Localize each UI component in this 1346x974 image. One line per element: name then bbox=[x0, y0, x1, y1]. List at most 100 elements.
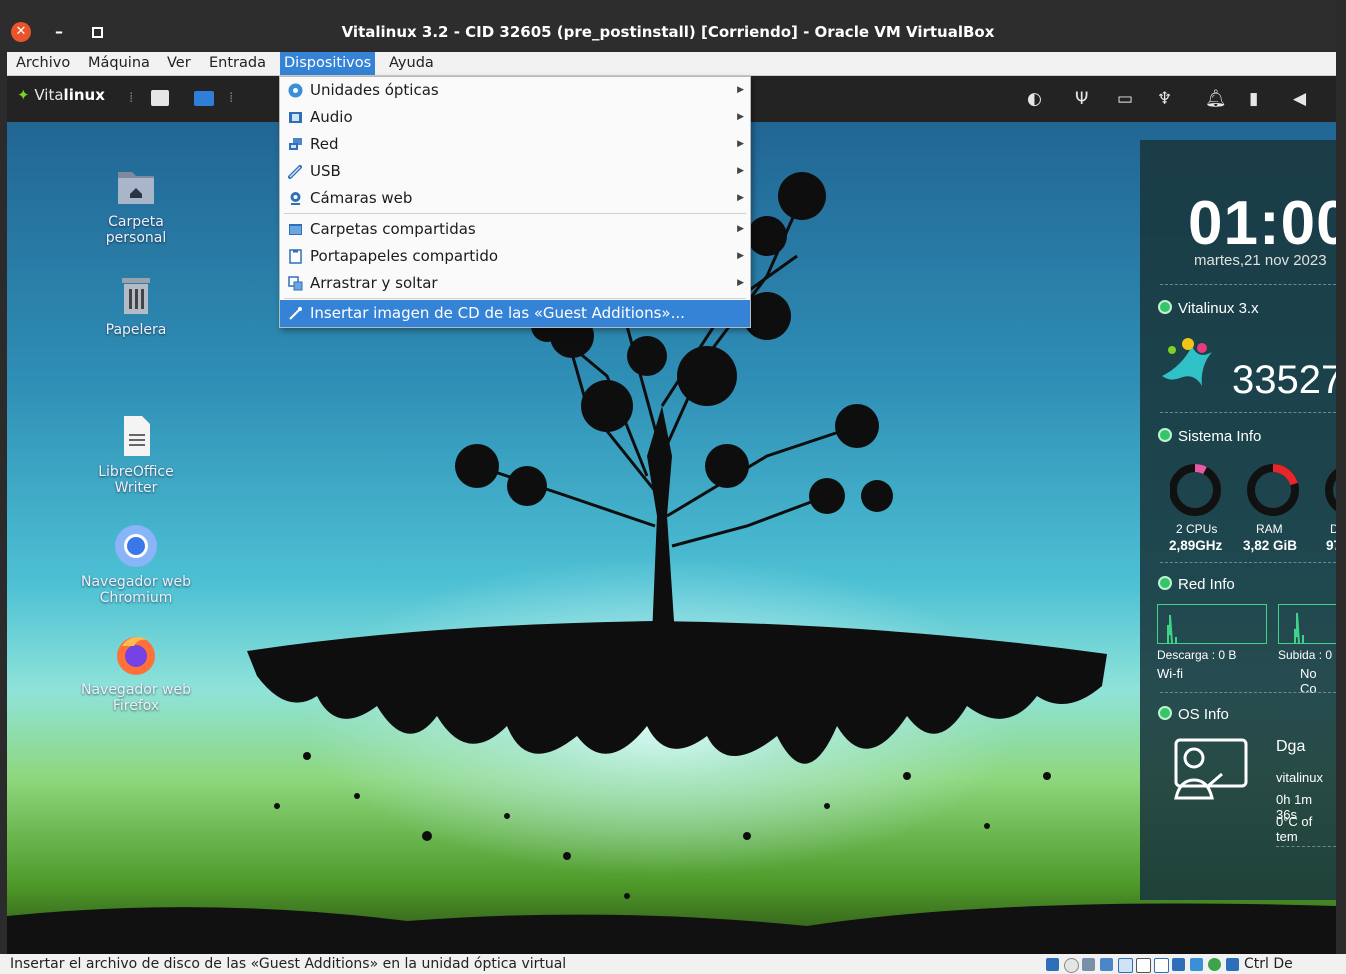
menu-ver[interactable]: Ver bbox=[163, 52, 195, 75]
vbox-statusbar: Insertar el archivo de disco de las «Gue… bbox=[0, 954, 1346, 974]
desktop-icon-label: Papelera bbox=[105, 322, 167, 338]
menu-item-shared-folders[interactable]: Carpetas compartidas ▶ bbox=[280, 216, 750, 243]
menu-dispositivos[interactable]: Dispositivos bbox=[280, 52, 376, 75]
window-title: Vitalinux 3.2 - CID 32605 (pre_postinsta… bbox=[341, 23, 995, 41]
network-icon bbox=[289, 138, 302, 150]
divider bbox=[1160, 412, 1336, 413]
status-recording-icon[interactable] bbox=[1172, 958, 1185, 971]
desktop-icon-home[interactable]: Carpeta personal bbox=[76, 164, 196, 246]
submenu-arrow-icon: ▶ bbox=[737, 193, 744, 203]
ram-label: RAM bbox=[1256, 522, 1283, 536]
home-folder-icon bbox=[114, 164, 158, 208]
status-cpu-icon[interactable] bbox=[1190, 958, 1203, 971]
submenu-arrow-icon: ▶ bbox=[737, 224, 744, 234]
network-tray-icon[interactable]: ♆ bbox=[1157, 89, 1172, 109]
menu-item-optical-drives[interactable]: Unidades ópticas ▶ bbox=[280, 77, 750, 104]
submenu-arrow-icon: ▶ bbox=[737, 139, 744, 149]
status-usb-icon[interactable] bbox=[1118, 958, 1133, 973]
shared-folder-icon bbox=[289, 224, 302, 235]
window-list-icon[interactable] bbox=[194, 91, 214, 106]
ram-gauge-fill bbox=[1272, 464, 1298, 486]
status-mouse-integration-icon[interactable] bbox=[1208, 958, 1221, 971]
divider bbox=[1160, 692, 1336, 693]
status-optical-icon[interactable] bbox=[1064, 958, 1079, 973]
menu-item-audio[interactable]: Audio ▶ bbox=[280, 104, 750, 131]
menu-ayuda[interactable]: Ayuda bbox=[385, 52, 438, 75]
menu-item-shared-clipboard[interactable]: Portapapeles compartido ▶ bbox=[280, 243, 750, 270]
os-header: OS Info bbox=[1158, 706, 1229, 723]
submenu-arrow-icon: ▶ bbox=[737, 85, 744, 95]
webcam-icon bbox=[290, 192, 301, 205]
menu-separator bbox=[284, 213, 746, 214]
desktop-icon-label: Navegador web Firefox bbox=[80, 682, 192, 714]
menu-item-drag-drop[interactable]: Arrastrar y soltar ▶ bbox=[280, 270, 750, 297]
menu-item-usb[interactable]: USB ▶ bbox=[280, 158, 750, 185]
divider bbox=[1160, 562, 1336, 563]
menu-item-webcams[interactable]: Cámaras web ▶ bbox=[280, 185, 750, 212]
menu-separator bbox=[284, 298, 746, 299]
clock-time: 01:00 bbox=[1188, 189, 1336, 258]
notifications-icon[interactable]: 🔔︎ bbox=[1205, 89, 1227, 109]
audio-icon bbox=[289, 112, 302, 123]
devices-dropdown-menu: Unidades ópticas ▶ Audio ▶ Red ▶ USB ▶ Cámar… bbox=[279, 76, 751, 328]
cpu-label: 2 CPUs bbox=[1176, 522, 1218, 536]
drag-drop-icon bbox=[288, 276, 303, 291]
divider bbox=[1276, 846, 1336, 847]
guest-additions-icon bbox=[289, 307, 302, 320]
file-manager-launcher-icon[interactable] bbox=[151, 90, 169, 106]
firefox-icon bbox=[114, 616, 158, 675]
host-key-label: Ctrl De bbox=[1244, 956, 1293, 972]
status-dot-icon bbox=[1158, 706, 1172, 720]
logo-prefix: Vita bbox=[34, 86, 64, 104]
menu-entrada[interactable]: Entrada bbox=[205, 52, 270, 75]
usb-tray-icon[interactable]: Ψ bbox=[1075, 89, 1088, 109]
vitalinux-runner-icon bbox=[1158, 336, 1230, 396]
submenu-arrow-icon: ▶ bbox=[737, 278, 744, 288]
battery-icon[interactable]: ▮ bbox=[1249, 89, 1258, 109]
trash-icon bbox=[114, 272, 158, 316]
status-message: Insertar el archivo de disco de las «Gue… bbox=[10, 956, 567, 972]
status-display-icon[interactable] bbox=[1154, 958, 1169, 973]
panel-separator-2: ⁞ bbox=[229, 90, 234, 106]
upload-rate: Subida : 0 bbox=[1278, 648, 1333, 662]
desktop-icon-label: Carpeta personal bbox=[105, 214, 167, 246]
os-temperature: 0°C of tem bbox=[1276, 814, 1313, 844]
clock-date: martes,21 nov 2023 bbox=[1194, 252, 1327, 269]
cid-number: 33527 bbox=[1232, 358, 1336, 402]
vbox-menubar: Archivo Máquina Ver Entrada Dispositivos… bbox=[7, 52, 1336, 76]
volume-icon[interactable]: ◀ bbox=[1293, 89, 1306, 109]
menu-archivo[interactable]: Archivo bbox=[12, 52, 74, 75]
logo-brand: linux bbox=[63, 86, 105, 104]
status-keyboard-icon[interactable] bbox=[1226, 958, 1239, 971]
vitalinux-logo-icon: ✦ bbox=[17, 86, 30, 104]
divider bbox=[1160, 284, 1336, 285]
submenu-arrow-icon: ▶ bbox=[737, 112, 744, 122]
status-audio-icon[interactable] bbox=[1082, 958, 1095, 971]
submenu-arrow-icon: ▶ bbox=[737, 166, 744, 176]
status-shared-folder-icon[interactable] bbox=[1136, 958, 1151, 973]
status-dot-icon bbox=[1158, 300, 1172, 314]
status-dot-icon bbox=[1158, 576, 1172, 590]
menu-item-network[interactable]: Red ▶ bbox=[280, 131, 750, 158]
disk-value: 97 bbox=[1326, 538, 1336, 553]
submenu-arrow-icon: ▶ bbox=[737, 251, 744, 261]
menu-item-insert-guest-additions[interactable]: Insertar imagen de CD de las «Guest Addi… bbox=[280, 300, 750, 327]
status-hdd-icon[interactable] bbox=[1046, 958, 1059, 971]
menu-maquina[interactable]: Máquina bbox=[84, 52, 154, 75]
cpu-value: 2,89GHz bbox=[1169, 538, 1223, 553]
contrast-icon[interactable]: ◐ bbox=[1027, 89, 1042, 109]
system-gauges bbox=[1170, 464, 1336, 516]
desktop-icon-trash[interactable]: Papelera bbox=[76, 272, 196, 338]
vitalinux-menu-button[interactable]: ✦ Vitalinux bbox=[17, 86, 105, 104]
os-user: Dga bbox=[1276, 738, 1306, 755]
system-header: Sistema Info bbox=[1158, 428, 1261, 445]
distro-header: Vitalinux 3.x bbox=[1158, 300, 1259, 317]
cpu-gauge-fill bbox=[1194, 464, 1207, 475]
desktop-icon-firefox[interactable]: Navegador web Firefox bbox=[76, 600, 196, 730]
conky-widget: 01:00 martes,21 nov 2023 Vitalinux 3.x 3… bbox=[1140, 140, 1336, 900]
panel-separator: ⁞ bbox=[129, 90, 134, 106]
disk-label: D bbox=[1330, 522, 1336, 536]
wifi-label: Wi-fi bbox=[1157, 666, 1183, 681]
display-tray-icon[interactable]: ▭ bbox=[1117, 89, 1133, 109]
status-network-icon[interactable] bbox=[1100, 958, 1113, 971]
